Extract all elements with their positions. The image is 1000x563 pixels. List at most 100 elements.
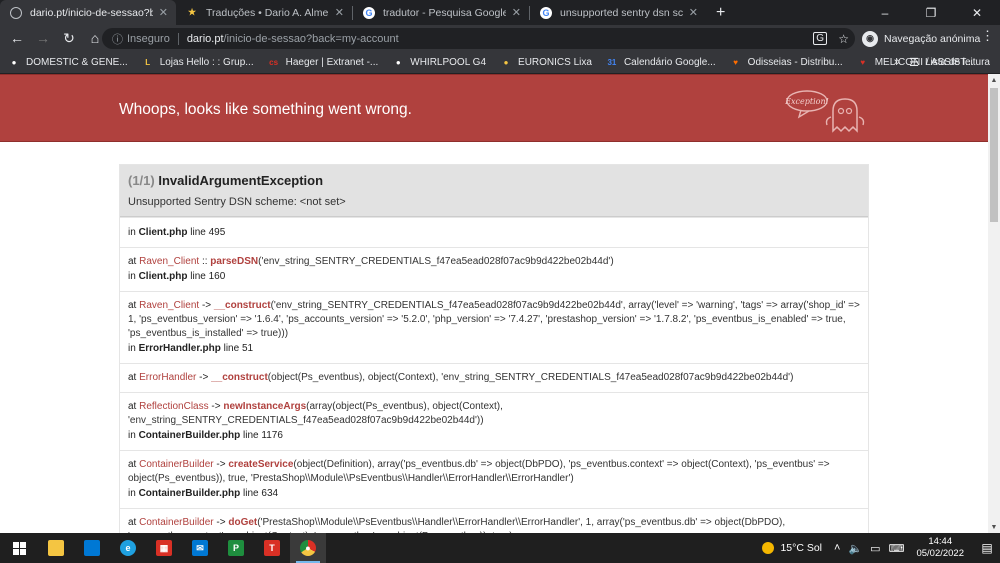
error-banner-title: Whoops, looks like something went wrong.: [119, 101, 412, 118]
bookmark-favicon-icon: ♥: [733, 57, 739, 67]
frame-class: ErrorHandler: [139, 372, 197, 383]
frame-arrow: ->: [208, 401, 224, 412]
frame-file: ErrorHandler.php: [138, 343, 221, 354]
clock-time: 14:44: [928, 536, 953, 547]
tab-title: dario.pt/inicio-de-sessao?back=my-acc: [30, 6, 153, 19]
start-icon[interactable]: [0, 533, 38, 563]
frame-class: ReflectionClass: [139, 401, 209, 412]
bookmark-favicon-icon: ●: [395, 57, 401, 67]
frame-arrow: ->: [196, 372, 212, 383]
clock-date: 05/02/2022: [916, 548, 964, 559]
exception-name: InvalidArgumentException: [158, 173, 324, 188]
close-tab-icon[interactable]: ✕: [512, 6, 521, 19]
star-icon[interactable]: ☆: [838, 32, 849, 46]
taskbar-app-glyph: [48, 540, 64, 556]
notifications-icon[interactable]: ▤: [974, 533, 1000, 563]
network-icon[interactable]: ▭: [870, 542, 880, 555]
browser-tab[interactable]: Gunsupported sentry dsn scheme ✕: [530, 0, 706, 25]
incognito-indicator[interactable]: ◉ Navegação anónima: [862, 28, 980, 49]
reading-list-icon: ☰: [909, 56, 919, 69]
back-icon[interactable]: ←: [4, 25, 30, 51]
ghost-bubble-text: Exception!: [784, 97, 829, 106]
bookmark-item[interactable]: L Lojas Hello : : Grup...: [142, 56, 254, 68]
frame-line: line 1176: [243, 430, 283, 441]
gift-icon[interactable]: ▦: [146, 533, 182, 563]
taskbar-app-glyph: ✉: [192, 540, 208, 556]
exception-title: (1/1) InvalidArgumentException: [128, 173, 860, 188]
browser-tab[interactable]: dario.pt/inicio-de-sessao?back=my-acc ✕: [0, 0, 176, 25]
frame-function: createService: [228, 459, 294, 470]
url-host: dario.pt: [186, 32, 224, 45]
frame-file: ContainerBuilder.php: [138, 430, 241, 441]
frame-args: (object(Ps_eventbus), object(Context), '…: [267, 372, 794, 383]
bookmark-item[interactable]: ● DOMESTIC & GENE...: [8, 56, 128, 68]
frame-in: in: [128, 227, 136, 238]
store-icon[interactable]: [74, 533, 110, 563]
weather-widget[interactable]: 15°C Sol: [762, 542, 822, 554]
file-explorer-icon[interactable]: [38, 533, 74, 563]
bookmark-item[interactable]: ● WHIRLPOOL G4: [392, 56, 486, 68]
browser-tab[interactable]: Gtradutor - Pesquisa Google ✕: [353, 0, 529, 25]
new-tab-button[interactable]: +: [706, 4, 735, 22]
address-bar[interactable]: ⓘ Inseguro dario.pt/inicio-de-sessao?bac…: [102, 28, 855, 49]
reading-list-button[interactable]: ☰ Lista de leitura: [909, 56, 990, 69]
bookmark-item[interactable]: ● EURONICS Lixa: [500, 56, 592, 68]
frame-arrow: ->: [213, 459, 229, 470]
edge-icon[interactable]: e: [110, 533, 146, 563]
mail-icon[interactable]: ✉: [182, 533, 218, 563]
close-tab-icon[interactable]: ✕: [159, 6, 168, 19]
translate-icon[interactable]: G: [813, 32, 827, 45]
page-scrollbar[interactable]: ▲ ▼: [988, 74, 1000, 533]
info-icon[interactable]: ⓘ: [112, 31, 123, 47]
language-icon[interactable]: ⌨: [889, 542, 905, 555]
menu-icon[interactable]: ⋮: [981, 28, 994, 44]
frame-file: ContainerBuilder.php: [138, 488, 241, 499]
frame-in: in: [128, 271, 136, 282]
close-window-button[interactable]: ✕: [954, 0, 1000, 25]
frame-location: in Client.php line 160: [128, 270, 860, 284]
bookmark-favicon-icon: ●: [503, 57, 509, 67]
reload-icon[interactable]: ↻: [56, 25, 82, 51]
stack-frame: at Raven_Client :: parseDSN('env_string_…: [120, 247, 868, 291]
bookmarks-overflow-icon[interactable]: »: [894, 56, 900, 68]
chrome-icon[interactable]: ●: [290, 533, 326, 563]
scroll-down-icon[interactable]: ▼: [988, 521, 1000, 533]
scrollbar-thumb[interactable]: [990, 88, 998, 222]
bookmark-label: Haeger | Extranet -...: [285, 56, 379, 68]
frame-file: Client.php: [138, 271, 188, 282]
speaker-icon[interactable]: 🔈: [848, 542, 862, 555]
google-icon: G: [363, 6, 375, 19]
close-tab-icon[interactable]: ✕: [335, 6, 344, 19]
exception-message: Unsupported Sentry DSN scheme: <not set>: [128, 196, 346, 208]
system-tray: 15°C Sol ˄ 🔈 ▭ ⌨ 14:44 05/02/2022 ▤: [762, 533, 1000, 563]
minimize-button[interactable]: –: [862, 0, 908, 25]
tab-strip: dario.pt/inicio-de-sessao?back=my-acc ✕ ★ T…: [0, 0, 1000, 25]
red-app-icon[interactable]: T: [254, 533, 290, 563]
bookmark-item[interactable]: cs Haeger | Extranet -...: [268, 56, 379, 68]
scroll-up-icon[interactable]: ▲: [988, 74, 1000, 86]
frame-in: in: [128, 430, 136, 441]
maximize-button[interactable]: ❐: [908, 0, 954, 25]
error-banner: Whoops, looks like something went wrong.…: [0, 74, 988, 142]
bookmark-label: EURONICS Lixa: [518, 56, 592, 68]
clock[interactable]: 14:44 05/02/2022: [916, 536, 964, 560]
frame-function: doGet: [228, 517, 258, 528]
frame-prefix: at: [128, 300, 137, 311]
bookmark-label: Lojas Hello : : Grup...: [159, 56, 254, 68]
frame-line: line 51: [223, 343, 254, 354]
bookmark-item[interactable]: ♥ Odisseias - Distribu...: [730, 56, 842, 68]
frame-in: in: [128, 488, 136, 499]
forward-icon[interactable]: →: [30, 25, 56, 51]
separator: [177, 32, 179, 45]
exception-panel: (1/1) InvalidArgumentException Unsupport…: [119, 164, 869, 533]
bookmark-favicon-icon: L: [145, 57, 151, 67]
chevron-up-icon[interactable]: ˄: [834, 542, 840, 554]
green-app-icon[interactable]: P: [218, 533, 254, 563]
security-label: Inseguro: [127, 32, 170, 45]
frame-class: Raven_Client: [139, 300, 200, 311]
bookmark-item[interactable]: 31 Calendário Google...: [606, 56, 715, 68]
browser-tab[interactable]: ★ Traduções • Dario A. Almeida Lda ✕: [176, 0, 352, 25]
stack-frame: at ErrorHandler -> __construct(object(Ps…: [120, 363, 868, 392]
tab-title: tradutor - Pesquisa Google: [383, 6, 506, 19]
close-tab-icon[interactable]: ✕: [689, 6, 698, 19]
